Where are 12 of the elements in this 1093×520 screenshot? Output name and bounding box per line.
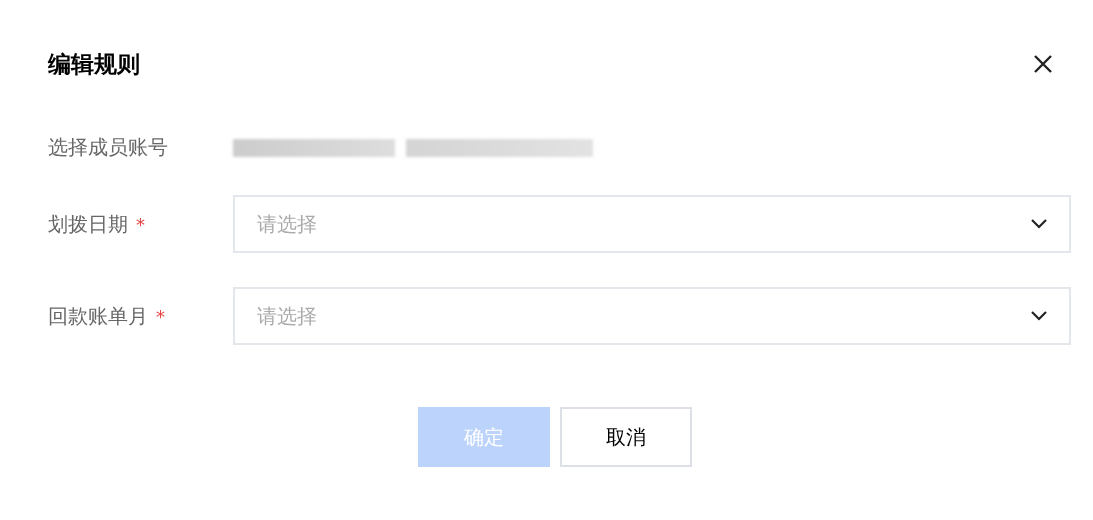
select-field[interactable]: 请选择	[233, 195, 1071, 253]
chevron-down-icon	[1031, 311, 1047, 321]
select-field[interactable]: 请选择	[233, 287, 1071, 345]
field-label: 回款账单月 *	[48, 302, 166, 330]
field-label: 划拨日期 *	[48, 210, 146, 238]
field-label: 选择成员账号	[48, 134, 169, 161]
cancel-button[interactable]: 取消	[559, 407, 692, 467]
dialog-title: 编辑规则	[48, 49, 140, 79]
chevron-down-icon	[1031, 219, 1047, 229]
required-mark: *	[136, 213, 145, 235]
close-icon	[1033, 54, 1053, 74]
required-mark: *	[156, 305, 165, 327]
